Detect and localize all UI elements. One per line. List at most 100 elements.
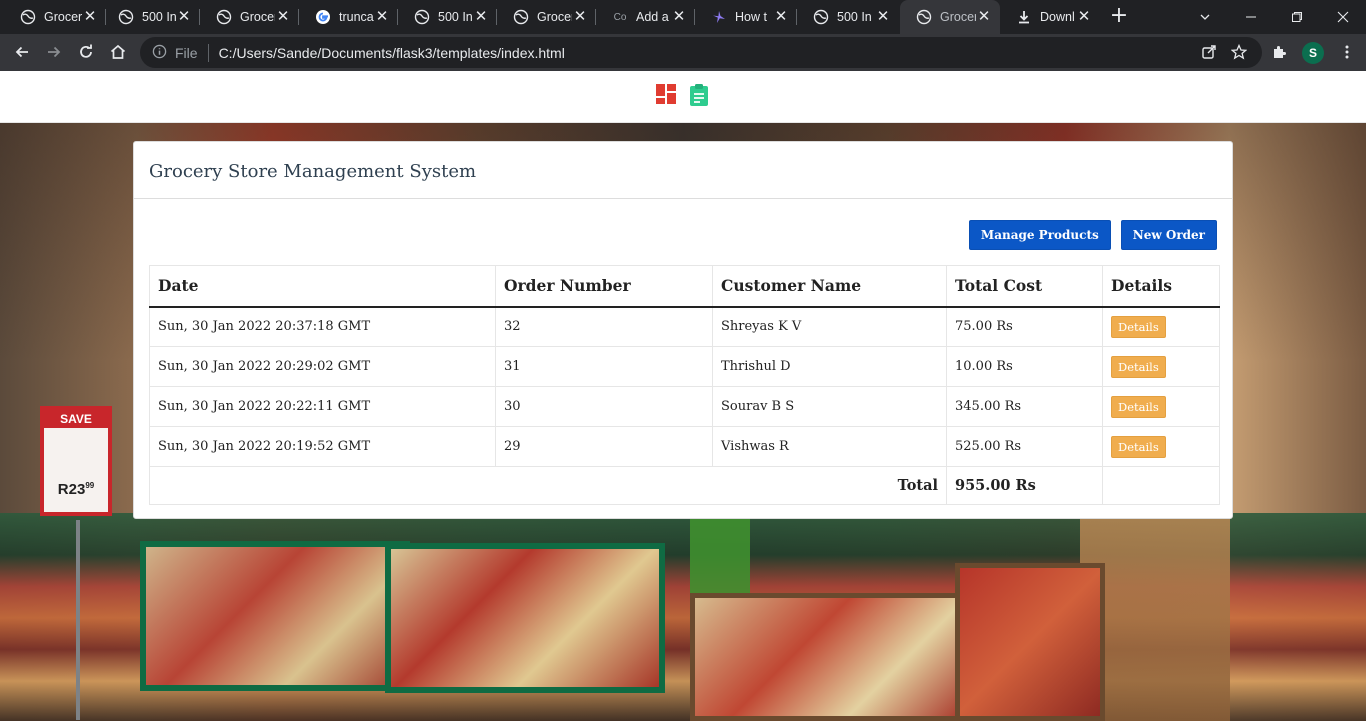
browser-toolbar: File C:/Users/Sande/Documents/flask3/tem… bbox=[0, 34, 1366, 71]
order-date: Sun, 30 Jan 2022 20:37:18 GMT bbox=[149, 306, 496, 347]
orders-panel: Grocery Store Management System Manage P… bbox=[133, 141, 1233, 519]
google-icon bbox=[315, 9, 331, 25]
home-icon[interactable] bbox=[104, 38, 132, 66]
bookmark-star-icon[interactable] bbox=[1228, 41, 1250, 63]
close-icon[interactable]: ✕ bbox=[82, 9, 98, 25]
apple-crate bbox=[955, 563, 1105, 721]
tab-7[interactable]: Co Add a ✕ bbox=[596, 0, 695, 34]
order-number: 32 bbox=[495, 306, 713, 347]
customer-name: Vishwas R bbox=[712, 426, 947, 467]
tab-4[interactable]: trunca ✕ bbox=[299, 0, 398, 34]
close-icon[interactable]: ✕ bbox=[671, 9, 687, 25]
order-date: Sun, 30 Jan 2022 20:19:52 GMT bbox=[149, 426, 496, 467]
column-header-order-number: Order Number bbox=[495, 265, 713, 308]
clipboard-icon[interactable] bbox=[688, 83, 712, 107]
details-cell: Details bbox=[1102, 386, 1220, 427]
close-icon[interactable]: ✕ bbox=[1076, 9, 1092, 25]
forward-arrow-icon[interactable] bbox=[40, 38, 68, 66]
new-tab-button[interactable]: + bbox=[1107, 5, 1131, 29]
table-row: Sun, 30 Jan 2022 20:29:02 GMT 31 Thrishu… bbox=[149, 346, 1220, 387]
close-icon[interactable]: ✕ bbox=[473, 9, 489, 25]
sign-price: R2399 bbox=[57, 481, 95, 498]
tab-9[interactable]: 500 In ✕ bbox=[797, 0, 899, 34]
column-header-customer-name: Customer Name bbox=[712, 265, 947, 308]
order-number: 30 bbox=[495, 386, 713, 427]
dashboard-icon[interactable] bbox=[655, 83, 679, 107]
apple-crate bbox=[140, 541, 410, 691]
minimize-icon[interactable] bbox=[1228, 0, 1274, 34]
tab-2[interactable]: 500 In ✕ bbox=[102, 0, 200, 34]
new-order-button[interactable]: New Order bbox=[1120, 220, 1217, 250]
tab-title: trunca bbox=[339, 10, 374, 24]
tab-5[interactable]: 500 In ✕ bbox=[398, 0, 497, 34]
order-total: 525.00 Rs bbox=[946, 426, 1103, 467]
sign-label: SAVE bbox=[44, 410, 108, 428]
details-button[interactable]: Details bbox=[1111, 435, 1166, 458]
customer-name: Thrishul D bbox=[712, 346, 947, 387]
tab-11[interactable]: Downl ✕ bbox=[1000, 0, 1100, 34]
globe-icon bbox=[20, 9, 36, 25]
column-header-date: Date bbox=[149, 265, 496, 308]
globe-icon bbox=[414, 9, 430, 25]
tab-title: Grocer bbox=[240, 10, 275, 24]
top-navbar bbox=[0, 71, 1366, 123]
panel-actions: Manage Products New Order bbox=[968, 220, 1217, 250]
details-button[interactable]: Details bbox=[1111, 315, 1166, 338]
extensions-puzzle-icon[interactable] bbox=[1268, 41, 1290, 63]
tab-title: Grocer bbox=[44, 10, 82, 24]
close-icon[interactable]: ✕ bbox=[176, 9, 192, 25]
tab-title: How t bbox=[735, 10, 767, 24]
globe-icon bbox=[216, 9, 232, 25]
tab-10-active[interactable]: Grocer ✕ bbox=[900, 0, 1000, 34]
empty-cell bbox=[1102, 466, 1220, 505]
globe-icon bbox=[916, 9, 932, 25]
save-price-sign: SAVE R2399 bbox=[40, 406, 112, 516]
address-bar[interactable]: File C:/Users/Sande/Documents/flask3/tem… bbox=[140, 37, 1262, 68]
table-header-row: Date Order Number Customer Name Total Co… bbox=[149, 265, 1220, 308]
tab-6[interactable]: Grocer ✕ bbox=[497, 0, 596, 34]
close-icon[interactable]: ✕ bbox=[773, 9, 789, 25]
order-date: Sun, 30 Jan 2022 20:22:11 GMT bbox=[149, 386, 496, 427]
globe-icon bbox=[513, 9, 529, 25]
close-icon[interactable]: ✕ bbox=[275, 9, 291, 25]
order-number: 31 bbox=[495, 346, 713, 387]
details-cell: Details bbox=[1102, 346, 1220, 387]
green-display-post bbox=[690, 513, 750, 603]
restore-icon[interactable] bbox=[1274, 0, 1320, 34]
column-header-details: Details bbox=[1102, 265, 1220, 308]
order-total: 10.00 Rs bbox=[946, 346, 1103, 387]
info-icon[interactable] bbox=[152, 44, 167, 62]
profile-avatar[interactable]: S bbox=[1302, 42, 1324, 64]
manage-products-button[interactable]: Manage Products bbox=[968, 220, 1111, 250]
tab-1[interactable]: Grocer ✕ bbox=[4, 0, 106, 34]
globe-icon bbox=[813, 9, 829, 25]
panel-header: Grocery Store Management System bbox=[134, 142, 1232, 199]
reload-icon[interactable] bbox=[72, 38, 100, 66]
co-icon: Co bbox=[613, 11, 627, 23]
close-icon[interactable]: ✕ bbox=[572, 9, 588, 25]
order-number: 29 bbox=[495, 426, 713, 467]
close-icon[interactable]: ✕ bbox=[374, 9, 390, 25]
prop-icon bbox=[711, 9, 727, 25]
more-menu-icon[interactable] bbox=[1336, 41, 1358, 63]
details-button[interactable]: Details bbox=[1111, 395, 1166, 418]
back-arrow-icon[interactable] bbox=[8, 38, 36, 66]
tab-8[interactable]: How t ✕ bbox=[695, 0, 797, 34]
close-icon[interactable]: ✕ bbox=[976, 9, 992, 25]
details-button[interactable]: Details bbox=[1111, 355, 1166, 378]
grand-total: 955.00 Rs bbox=[946, 466, 1103, 505]
url-text[interactable]: C:/Users/Sande/Documents/flask3/template… bbox=[219, 45, 565, 61]
tab-search-chevron-icon[interactable] bbox=[1182, 0, 1228, 34]
share-icon[interactable] bbox=[1198, 41, 1220, 63]
tab-title: Add a bbox=[636, 10, 669, 24]
tab-title: 500 In bbox=[837, 10, 872, 24]
column-header-total-cost: Total Cost bbox=[946, 265, 1103, 308]
window-close-icon[interactable] bbox=[1320, 0, 1366, 34]
table-total-row: Total 955.00 Rs bbox=[149, 466, 1220, 505]
tab-3[interactable]: Grocer ✕ bbox=[200, 0, 299, 34]
tab-strip: Grocer ✕ 500 In ✕ Grocer ✕ trunca ✕ 500 … bbox=[0, 0, 1366, 34]
omnibox-divider bbox=[207, 43, 209, 62]
close-icon[interactable]: ✕ bbox=[875, 9, 891, 25]
download-icon bbox=[1016, 9, 1032, 25]
tab-title: 500 In bbox=[438, 10, 473, 24]
